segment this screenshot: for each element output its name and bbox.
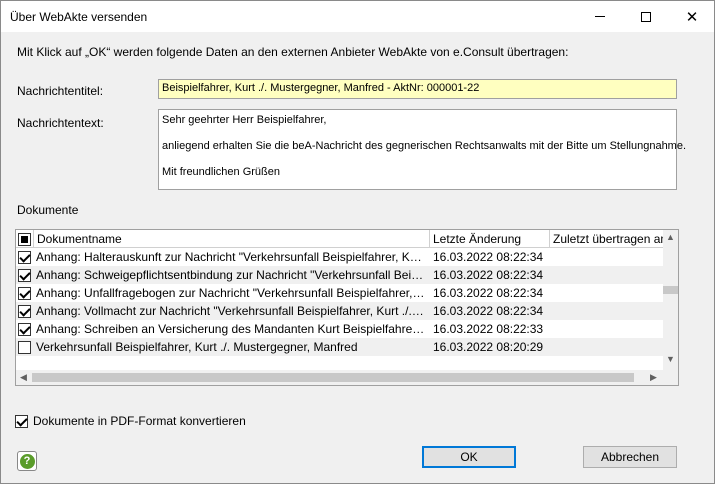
- table-row[interactable]: Anhang: Unfallfragebogen zur Nachricht "…: [16, 284, 663, 302]
- maximize-icon: [641, 11, 651, 22]
- scroll-right-icon[interactable]: ▶: [646, 372, 661, 383]
- vertical-scrollbar[interactable]: ▲ ▼: [663, 230, 678, 370]
- info-text: Mit Klick auf „OK“ werden folgende Daten…: [17, 45, 569, 59]
- vertical-scroll-thumb[interactable]: [663, 286, 678, 294]
- text-label: Nachrichtentext:: [17, 116, 104, 130]
- documents-grid: Dokumentname Letzte Änderung Zuletzt übe…: [15, 229, 679, 386]
- pdf-option[interactable]: Dokumente in PDF-Format konvertieren: [15, 414, 246, 428]
- row-checkbox[interactable]: [18, 250, 31, 264]
- column-header-date[interactable]: Letzte Änderung: [430, 230, 550, 248]
- maximize-button[interactable]: [623, 1, 669, 32]
- table-row[interactable]: Anhang: Schreiben an Versicherung des Ma…: [16, 320, 663, 338]
- document-name: Anhang: Vollmacht zur Nachricht "Verkehr…: [36, 304, 427, 318]
- document-name: Anhang: Schweigepflichtsentbindung zur N…: [36, 268, 427, 282]
- close-icon: ✕: [685, 8, 699, 26]
- document-date: 16.03.2022 08:22:34: [433, 250, 544, 264]
- document-date: 16.03.2022 08:22:34: [433, 268, 544, 282]
- row-checkbox[interactable]: [18, 322, 31, 336]
- grid-rows: Anhang: Halterauskunft zur Nachricht "Ve…: [16, 248, 663, 356]
- window-title: Über WebAkte versenden: [10, 10, 148, 24]
- grid-header: Dokumentname Letzte Änderung Zuletzt übe…: [16, 230, 663, 248]
- document-name: Anhang: Schreiben an Versicherung des Ma…: [36, 322, 427, 336]
- document-name: Anhang: Halterauskunft zur Nachricht "Ve…: [36, 250, 427, 264]
- row-checkbox[interactable]: [18, 340, 31, 354]
- column-header-name[interactable]: Dokumentname: [34, 230, 430, 248]
- document-name: Verkehrsunfall Beispielfahrer, Kurt ./. …: [36, 340, 358, 354]
- scroll-down-icon[interactable]: ▼: [663, 354, 678, 364]
- minimize-button[interactable]: [577, 1, 623, 32]
- cancel-button[interactable]: Abbrechen: [583, 446, 677, 468]
- document-date: 16.03.2022 08:22:34: [433, 304, 544, 318]
- horizontal-scroll-thumb[interactable]: [32, 373, 634, 382]
- ok-button[interactable]: OK: [422, 446, 516, 468]
- row-checkbox[interactable]: [18, 286, 31, 300]
- documents-label: Dokumente: [17, 203, 79, 217]
- text-line: Sehr geehrter Herr Beispielfahrer,: [162, 114, 327, 126]
- column-header-sent[interactable]: Zuletzt übertragen am: [550, 230, 663, 248]
- row-checkbox[interactable]: [18, 304, 31, 318]
- table-row[interactable]: Verkehrsunfall Beispielfahrer, Kurt ./. …: [16, 338, 663, 356]
- select-all-checkbox[interactable]: [16, 230, 34, 248]
- table-row[interactable]: Anhang: Schweigepflichtsentbindung zur N…: [16, 266, 663, 284]
- select-all-icon: [18, 232, 31, 246]
- table-row[interactable]: Anhang: Halterauskunft zur Nachricht "Ve…: [16, 248, 663, 266]
- horizontal-scrollbar[interactable]: ◀ ▶: [16, 370, 663, 385]
- document-name: Anhang: Unfallfragebogen zur Nachricht "…: [36, 286, 427, 300]
- row-checkbox[interactable]: [18, 268, 31, 282]
- scroll-up-icon[interactable]: ▲: [663, 232, 678, 242]
- close-button[interactable]: ✕: [669, 1, 715, 32]
- text-line: anliegend erhalten Sie die beA-Nachricht…: [162, 140, 687, 152]
- help-button[interactable]: ?: [17, 451, 37, 471]
- help-icon: ?: [19, 453, 35, 469]
- scroll-left-icon[interactable]: ◀: [16, 372, 31, 383]
- document-date: 16.03.2022 08:22:34: [433, 286, 544, 300]
- nachrichtentitel-field[interactable]: Beispielfahrer, Kurt ./. Mustergegner, M…: [158, 79, 677, 99]
- nachrichtentext-field[interactable]: Sehr geehrter Herr Beispielfahrer, anlie…: [158, 109, 686, 190]
- minimize-icon: [595, 16, 605, 17]
- pdf-label[interactable]: Dokumente in PDF-Format konvertieren: [33, 414, 246, 428]
- pdf-checkbox[interactable]: [15, 414, 28, 428]
- titel-label: Nachrichtentitel:: [17, 84, 104, 98]
- title-bar: Über WebAkte versenden ✕: [1, 1, 714, 32]
- scroll-corner: [663, 370, 678, 385]
- document-date: 16.03.2022 08:20:29: [433, 340, 544, 354]
- document-date: 16.03.2022 08:22:33: [433, 322, 544, 336]
- dialog-window: Über WebAkte versenden ✕ Mit Klick auf „…: [0, 0, 715, 484]
- text-line: Mit freundlichen Grüßen: [162, 166, 280, 178]
- table-row[interactable]: Anhang: Vollmacht zur Nachricht "Verkehr…: [16, 302, 663, 320]
